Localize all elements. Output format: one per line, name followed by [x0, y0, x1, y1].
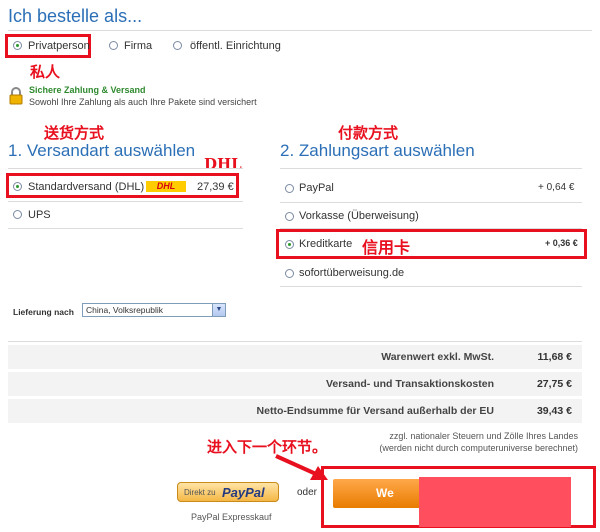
page-title: Ich bestelle als...	[8, 6, 143, 26]
vorkasse-radio[interactable]	[285, 212, 294, 221]
title-divider	[8, 30, 592, 31]
firma-radio[interactable]	[109, 41, 118, 50]
kreditkarte-label[interactable]: Kreditkarte	[299, 238, 352, 250]
kreditkarte-fee: + 0,36 €	[545, 238, 578, 248]
summary-row-total: Netto-Endsumme für Versand außerhalb der…	[8, 399, 582, 423]
dhl-annotation: DHL	[204, 155, 242, 173]
einrichtung-label[interactable]: öffentl. Einrichtung	[190, 40, 281, 52]
total-label: Netto-Endsumme für Versand außerhalb der…	[256, 405, 494, 417]
privatperson-label[interactable]: Privatperson	[28, 40, 90, 52]
dhl-price: 27,39 €	[197, 181, 234, 193]
lock-icon	[8, 87, 24, 105]
tax-note-1: zzgl. nationaler Steuern und Zölle Ihres…	[389, 431, 578, 441]
continue-button-label: We	[376, 486, 394, 500]
total-value: 39,43 €	[536, 405, 572, 417]
payment-divider	[280, 168, 582, 169]
payment-heading: 2. Zahlungsart auswählen	[280, 141, 475, 160]
ups-radio[interactable]	[13, 210, 22, 219]
paypal-logo: PayPal	[222, 485, 265, 500]
summary-row-versand: Versand- und Transaktionskosten 27,75 €	[8, 372, 582, 396]
paypal-direct-text: Direkt zu	[184, 488, 216, 497]
security-subtitle: Sowohl Ihre Zahlung als auch Ihre Pakete…	[29, 97, 257, 107]
versand-label: Versand- und Transaktionskosten	[325, 378, 494, 390]
paypal-express-button[interactable]: Direkt zu PayPal	[177, 482, 279, 502]
summary-row-warenwert: Warenwert exkl. MwSt. 11,68 €	[8, 345, 582, 369]
tax-note-2: (werden nicht durch computeruniverse ber…	[379, 443, 578, 453]
kreditkarte-annotation: 信用卡	[362, 238, 411, 257]
sofort-radio[interactable]	[285, 269, 294, 278]
kreditkarte-radio[interactable]	[285, 240, 294, 249]
paypal-label[interactable]: PayPal	[299, 182, 334, 194]
country-value: China, Volksrepublik	[86, 305, 164, 315]
ups-label[interactable]: UPS	[28, 209, 51, 221]
shipping-divider	[8, 168, 243, 169]
dhl-logo-text: DHL	[156, 181, 176, 191]
delivery-label: Lieferung nach	[13, 307, 74, 317]
payment-annotation: 付款方式	[338, 124, 399, 142]
warenwert-label: Warenwert exkl. MwSt.	[381, 351, 494, 363]
summary-top-divider	[8, 341, 582, 342]
payment-row-divider-1	[280, 202, 582, 203]
firma-label[interactable]: Firma	[124, 40, 152, 52]
versand-value: 27,75 €	[536, 378, 572, 390]
privatperson-annotation: 私人	[30, 63, 61, 81]
warenwert-value: 11,68 €	[537, 351, 572, 363]
dhl-radio[interactable]	[13, 182, 22, 191]
privatperson-radio[interactable]	[13, 41, 22, 50]
einrichtung-radio[interactable]	[173, 41, 182, 50]
security-title: Sichere Zahlung & Versand	[29, 85, 146, 95]
dhl-logo: DHL	[146, 181, 186, 192]
paypal-radio[interactable]	[285, 184, 294, 193]
shipping-annotation: 送货方式	[44, 124, 105, 142]
dhl-label[interactable]: Standardversand (DHL)	[28, 181, 144, 193]
country-select[interactable]: China, Volksrepublik ▼	[82, 303, 226, 317]
redaction-block	[419, 477, 571, 527]
shipping-row-divider	[8, 201, 243, 202]
or-label: oder	[297, 487, 318, 498]
chevron-down-icon[interactable]: ▼	[212, 304, 225, 316]
paypal-fee: + 0,64 €	[538, 182, 575, 193]
payment-bottom-divider	[280, 286, 582, 287]
vorkasse-label[interactable]: Vorkasse (Überweisung)	[299, 210, 419, 222]
shipping-bottom-divider	[8, 228, 243, 229]
shipping-heading: 1. Versandart auswählen	[8, 141, 196, 160]
paypal-caption: PayPal Expresskauf	[191, 512, 272, 522]
sofort-label[interactable]: sofortüberweisung.de	[299, 267, 404, 279]
